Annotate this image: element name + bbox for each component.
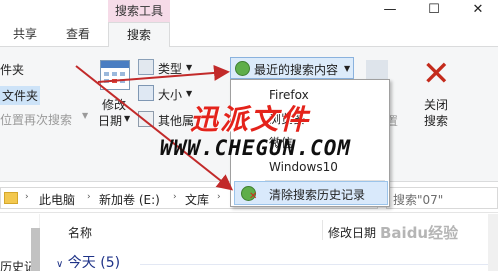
tab-search[interactable]: 搜索	[108, 22, 170, 48]
close-search-line1[interactable]: 关闭	[424, 96, 448, 113]
context-tab-search-tools: 搜索工具	[108, 0, 170, 22]
title-bar: 搜索工具 — ☐ ✕	[0, 0, 498, 22]
modified-date-line2[interactable]: 日期	[98, 112, 122, 129]
chevron-down-icon: ∨	[56, 259, 64, 270]
group-today-label: 今天 (5)	[67, 255, 121, 271]
chevron-right-icon: ›	[87, 192, 91, 202]
maximize-button[interactable]: ☐	[416, 0, 452, 22]
kind-caret-icon: ▼	[186, 63, 193, 72]
other-properties-icon	[138, 111, 154, 127]
minimize-button[interactable]: —	[372, 0, 408, 22]
baidu-watermark: Baidu经验	[380, 224, 459, 242]
kind-button[interactable]: 类型	[158, 60, 182, 77]
folder-icon	[4, 192, 18, 204]
ribbon-search-again-label[interactable]: 位置再次搜索	[0, 111, 72, 128]
breadcrumb-library[interactable]: 文库	[185, 191, 209, 208]
close-search-line2[interactable]: 搜索	[424, 112, 448, 129]
column-date-modified[interactable]: 修改日期	[328, 224, 376, 241]
other-properties-button[interactable]: 其他属	[158, 112, 194, 129]
red-x-icon: ✕	[249, 191, 258, 202]
size-caret-icon: ▼	[186, 89, 193, 98]
chevron-right-icon: ›	[173, 192, 177, 202]
search-history-icon	[235, 61, 250, 76]
close-search-icon[interactable]: ✕	[422, 57, 451, 91]
search-again-caret-icon: ▼	[82, 111, 89, 120]
ribbon-subfolders-label[interactable]: 件夹	[0, 61, 24, 78]
clear-search-history-label: 清除搜索历史记录	[269, 188, 366, 202]
tab-share[interactable]: 共享	[6, 22, 44, 47]
group-divider	[140, 264, 498, 265]
group-header-today[interactable]: ∨ 今天 (5)	[56, 252, 120, 271]
brand-watermark-url: WWW.CHEGUN.COM	[160, 136, 352, 160]
search-input[interactable]: 搜索"07"	[386, 187, 498, 209]
calendar-icon	[100, 60, 130, 90]
breadcrumb-new-volume[interactable]: 新加卷 (E:)	[99, 191, 160, 208]
recent-searches-button[interactable]: 最近的搜索内容 ▼	[230, 57, 354, 79]
search-input-text: 搜索"07"	[393, 193, 444, 207]
modified-date-caret-icon: ▼	[124, 114, 131, 123]
tab-view[interactable]: 查看	[56, 22, 100, 47]
breadcrumb-this-pc[interactable]: 此电脑	[39, 191, 75, 208]
modified-date-line1[interactable]: 修改	[102, 96, 126, 113]
chevron-right-icon: ›	[25, 192, 29, 202]
recent-searches-caret-icon: ▼	[344, 64, 351, 73]
ribbon-tabs: 共享 查看 搜索 ⌃ ?	[0, 22, 498, 62]
brand-watermark-cn: 迅派文件	[190, 103, 311, 136]
nav-pane-scrollbar[interactable]	[31, 228, 40, 271]
close-window-button[interactable]: ✕	[460, 0, 496, 22]
file-list-scrollbar[interactable]	[488, 214, 498, 271]
ribbon-all-subfolders-label[interactable]: 文件夹	[0, 86, 41, 105]
column-divider	[322, 220, 323, 240]
kind-icon	[138, 59, 154, 75]
column-name[interactable]: 名称	[68, 224, 92, 241]
size-icon	[138, 85, 154, 101]
chevron-right-icon: ›	[217, 192, 221, 202]
size-button[interactable]: 大小	[158, 86, 182, 103]
clear-search-history-item[interactable]: ✕ 清除搜索历史记录	[234, 181, 388, 205]
recent-searches-label: 最近的搜索内容	[254, 63, 339, 77]
